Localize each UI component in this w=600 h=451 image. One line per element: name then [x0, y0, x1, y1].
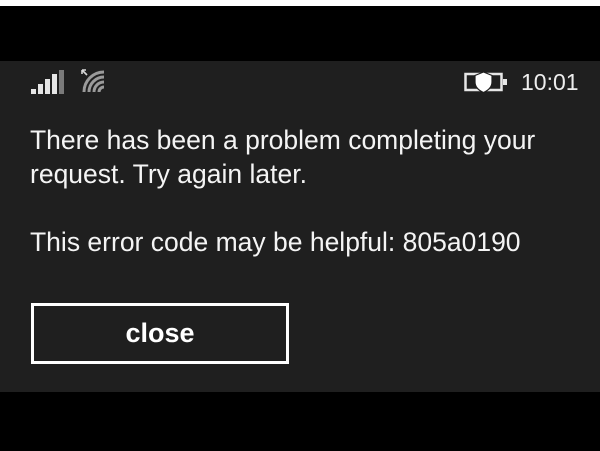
phone-screen: 10:01 There has been a problem completin…: [0, 61, 600, 392]
signal-bars-icon: [31, 70, 64, 94]
status-bar: 10:01: [0, 61, 600, 103]
wifi-icon: [81, 69, 105, 93]
status-clock: 10:01: [521, 69, 579, 95]
cropped-caption-strip: [0, 0, 600, 6]
close-button[interactable]: close: [31, 303, 289, 364]
error-code-text: This error code may be helpful: 805a0190: [30, 227, 521, 257]
error-message: There has been a problem completing your…: [30, 125, 536, 189]
battery-saver-icon: [464, 71, 507, 93]
